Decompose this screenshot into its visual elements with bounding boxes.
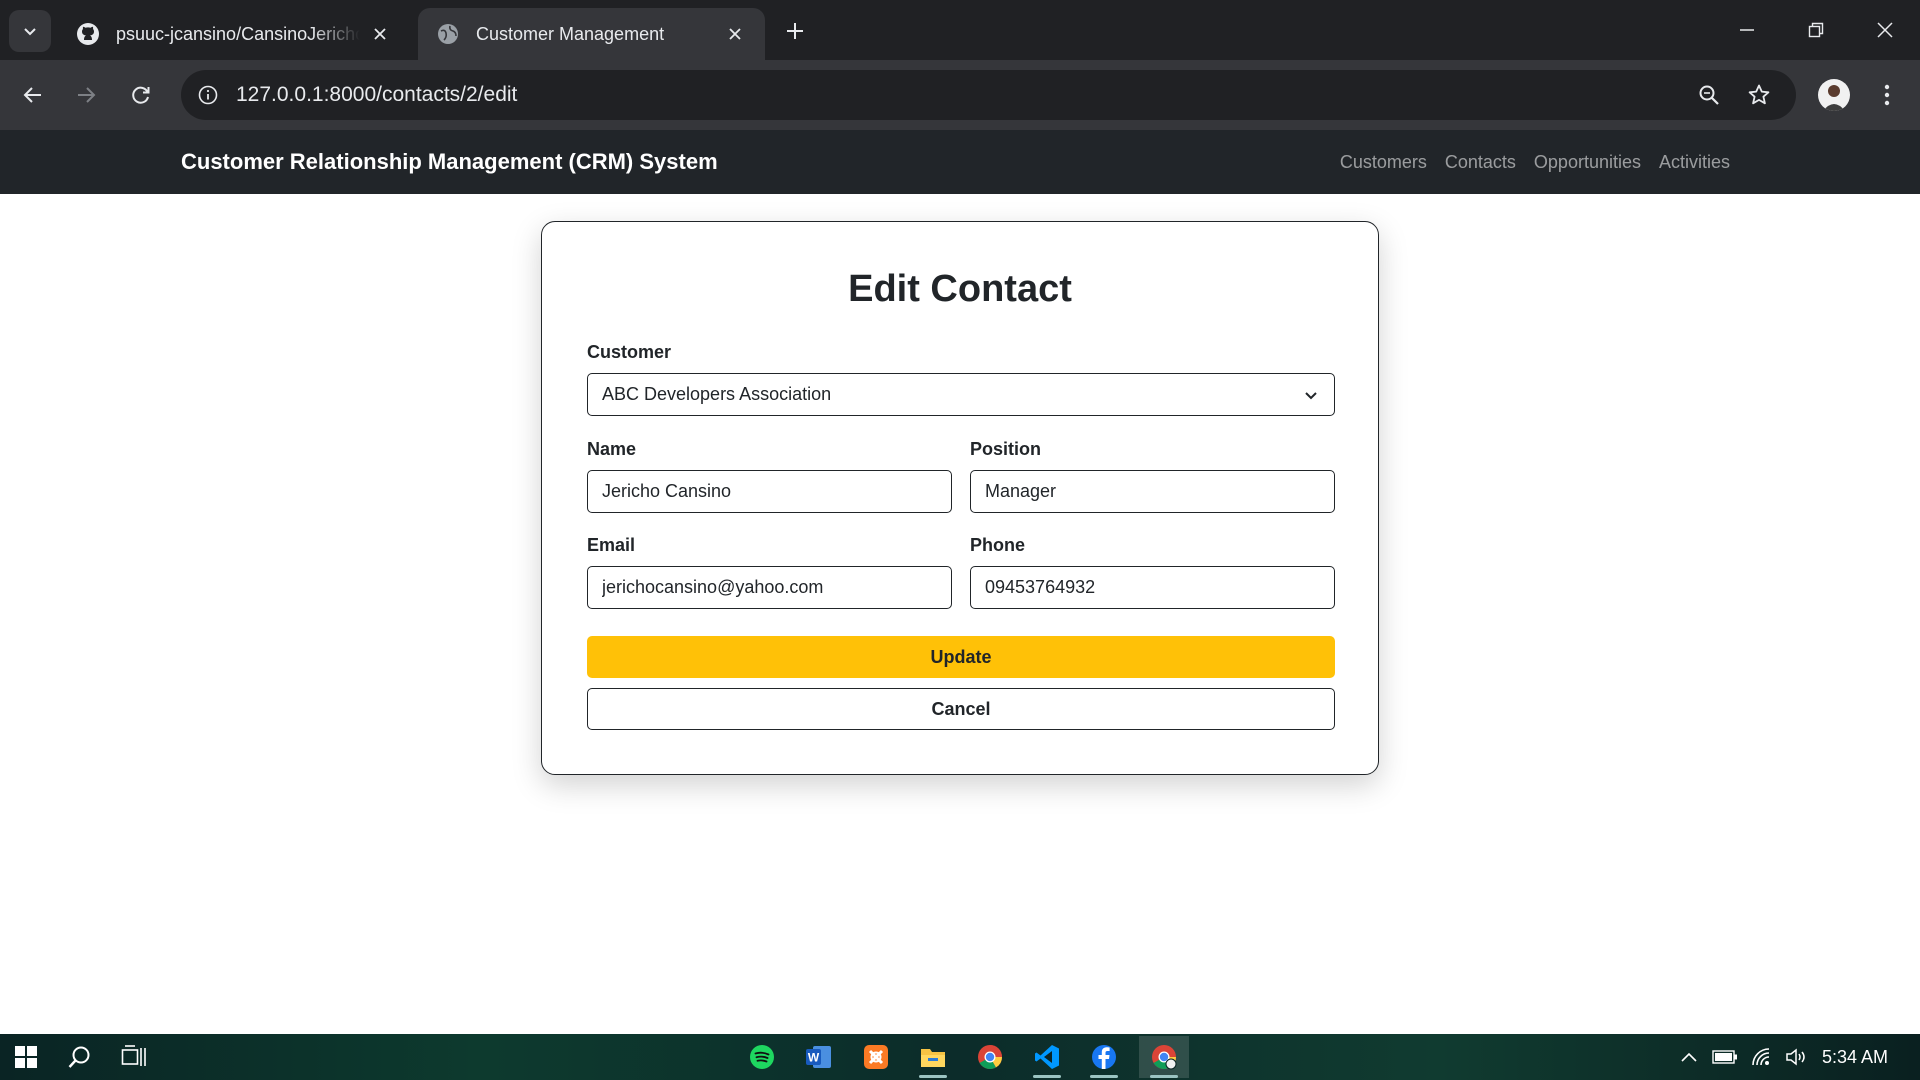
running-indicator (1090, 1075, 1118, 1078)
zoom-icon[interactable] (1693, 79, 1725, 111)
task-view-icon (121, 1045, 146, 1066)
battery-icon[interactable] (1712, 1044, 1738, 1070)
nav-link-opportunities[interactable]: Opportunities (1534, 152, 1641, 173)
page-title: Edit Contact (848, 268, 1072, 310)
email-label: Email (587, 535, 636, 555)
running-indicator (1033, 1075, 1061, 1078)
tab-close-icon[interactable] (368, 22, 392, 46)
chrome-icon[interactable] (968, 1036, 1012, 1078)
close-window-button[interactable] (1867, 12, 1903, 48)
phone-label: Phone (970, 535, 1026, 555)
browser-menu-button[interactable] (1872, 77, 1902, 113)
nav-link-customers[interactable]: Customers (1340, 152, 1427, 173)
volume-icon[interactable] (1784, 1044, 1810, 1070)
profile-avatar[interactable] (1818, 79, 1850, 111)
spotify-icon[interactable] (740, 1036, 784, 1078)
running-indicator (1150, 1075, 1178, 1078)
facebook-icon[interactable] (1082, 1036, 1126, 1078)
chevron-down-icon (24, 28, 36, 36)
minimize-icon (1740, 29, 1754, 31)
chrome-profile-icon[interactable] (1139, 1036, 1189, 1078)
word-icon[interactable]: W (797, 1036, 841, 1078)
vscode-icon[interactable] (1025, 1036, 1069, 1078)
site-info-icon[interactable] (191, 78, 225, 112)
search-icon (68, 1046, 90, 1068)
url-text[interactable]: 127.0.0.1:8000/contacts/2/edit (236, 70, 517, 120)
more-vert-icon (1884, 84, 1890, 106)
name-input[interactable] (587, 470, 952, 513)
arrow-left-icon (23, 87, 41, 103)
file-explorer-icon[interactable] (911, 1036, 955, 1078)
tab-title: psuuc-jcansino/CansinoJericho (116, 23, 360, 44)
svg-text:W: W (808, 1051, 820, 1065)
browser-tab-bar: psuuc-jcansino/CansinoJericho Customer M… (0, 0, 1920, 60)
globe-icon (436, 22, 460, 46)
address-bar[interactable]: 127.0.0.1:8000/contacts/2/edit (181, 70, 1796, 120)
task-view-button[interactable] (114, 1038, 154, 1076)
reload-button[interactable] (121, 75, 161, 115)
new-tab-button[interactable] (780, 16, 810, 46)
position-input[interactable] (970, 470, 1335, 513)
app-brand[interactable]: Customer Relationship Management (CRM) S… (181, 130, 718, 194)
wifi-icon[interactable] (1749, 1044, 1775, 1070)
forward-button[interactable] (66, 75, 106, 115)
taskbar-clock[interactable]: 5:34 AM (1822, 1034, 1888, 1080)
xampp-icon[interactable] (854, 1036, 898, 1078)
tab-customer-management[interactable]: Customer Management (418, 8, 765, 60)
start-button[interactable] (6, 1038, 46, 1076)
tab-title: Customer Management (476, 23, 665, 44)
tab-github[interactable]: psuuc-jcansino/CansinoJericho (58, 8, 410, 60)
email-input[interactable] (587, 566, 952, 609)
chevron-down-icon (1305, 392, 1317, 400)
arrow-right-icon (78, 87, 96, 103)
nav-link-contacts[interactable]: Contacts (1445, 152, 1516, 173)
tab-search-button[interactable] (9, 10, 51, 52)
browser-toolbar: 127.0.0.1:8000/contacts/2/edit (0, 60, 1920, 130)
show-hidden-icons-button[interactable] (1676, 1044, 1702, 1070)
close-icon (1877, 22, 1893, 38)
bookmark-star-icon[interactable] (1743, 79, 1775, 111)
edit-contact-card: Edit Contact Customer ABC Developers Ass… (541, 221, 1379, 775)
person-icon (1823, 85, 1845, 111)
position-label: Position (970, 439, 1041, 459)
name-label: Name (587, 439, 637, 459)
back-button[interactable] (13, 75, 53, 115)
windows-taskbar: W 5:34 AM (0, 1034, 1920, 1080)
customer-label: Customer (587, 342, 672, 362)
reload-icon (132, 86, 150, 104)
running-indicator (919, 1075, 947, 1078)
customer-select[interactable]: ABC Developers Association (587, 373, 1335, 416)
plus-icon (787, 23, 803, 39)
search-button[interactable] (60, 1038, 100, 1076)
phone-input[interactable] (970, 566, 1335, 609)
github-icon (76, 22, 100, 46)
restore-button[interactable] (1798, 12, 1834, 48)
windows-logo-icon (15, 1046, 37, 1068)
nav-link-activities[interactable]: Activities (1659, 152, 1730, 173)
update-button[interactable]: Update (587, 636, 1335, 678)
cancel-button[interactable]: Cancel (587, 688, 1335, 730)
customer-selected-value: ABC Developers Association (602, 384, 832, 404)
tab-close-icon[interactable] (723, 22, 747, 46)
chevron-up-icon (1681, 1052, 1697, 1062)
app-navbar: Customer Relationship Management (CRM) S… (0, 130, 1920, 194)
minimize-button[interactable] (1729, 12, 1765, 48)
nav-links: Customers Contacts Opportunities Activit… (1322, 130, 1730, 194)
restore-icon (1808, 22, 1824, 38)
